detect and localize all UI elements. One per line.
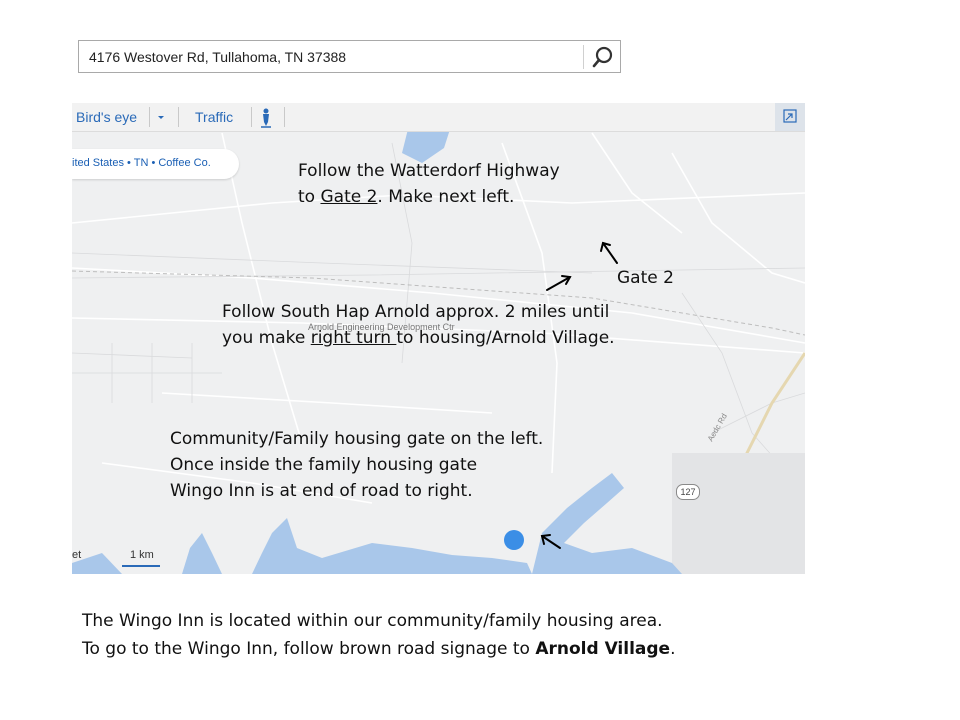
toolbar-divider: [251, 107, 252, 127]
streetside-button[interactable]: [258, 103, 284, 131]
step1-line1: Follow the Watterdorf Highway: [298, 161, 560, 181]
step1-line2: to Gate 2. Make next left.: [298, 187, 515, 207]
step2-annotation: Follow South Hap Arnold approx. 2 miles …: [222, 299, 615, 351]
expand-icon: [783, 109, 797, 123]
step3-line2: Once inside the family housing gate: [170, 455, 478, 475]
step2-line1: Follow South Hap Arnold approx. 2 miles …: [222, 302, 610, 322]
expand-button[interactable]: [775, 103, 805, 131]
map-toolbar: Bird's eye Traffic: [72, 103, 805, 132]
scale-bar: [122, 565, 160, 567]
caption-line1: The Wingo Inn is located within our comm…: [82, 611, 663, 631]
scale-unit-left: et: [72, 549, 82, 561]
search-button[interactable]: [588, 43, 618, 71]
breadcrumb-text: ited States • TN • Coffee Co.: [72, 157, 211, 169]
birds-eye-button[interactable]: Bird's eye: [76, 103, 137, 131]
scale-unit-right: 1 km: [130, 549, 154, 561]
toolbar-divider: [178, 107, 179, 127]
caption-line2: To go to the Wingo Inn, follow brown roa…: [82, 639, 676, 659]
step1-annotation: Follow the Watterdorf Highway to Gate 2.…: [298, 158, 560, 210]
chevron-down-icon: [158, 116, 164, 119]
step3-line1: Community/Family housing gate on the lef…: [170, 429, 544, 449]
gate-label: Gate 2: [617, 268, 674, 288]
caption: The Wingo Inn is located within our comm…: [82, 607, 675, 663]
search-divider: [583, 45, 584, 69]
step3-annotation: Community/Family housing gate on the lef…: [170, 426, 543, 504]
step3-line3: Wingo Inn is at end of road to right.: [170, 481, 473, 501]
location-breadcrumb[interactable]: ited States • TN • Coffee Co.: [72, 149, 239, 179]
search-input[interactable]: 4176 Westover Rd, Tullahoma, TN 37388: [89, 49, 346, 65]
route-shield: 127: [676, 484, 700, 500]
search-icon: [592, 46, 613, 68]
arnold-village-text: Arnold Village: [535, 639, 671, 659]
traffic-button[interactable]: Traffic: [195, 103, 233, 131]
birds-eye-dropdown[interactable]: [156, 103, 178, 131]
gate-link: Gate 2: [320, 187, 378, 207]
right-turn-text: right turn: [310, 328, 397, 348]
toolbar-divider: [284, 107, 285, 127]
person-icon: [261, 108, 271, 128]
search-box[interactable]: 4176 Westover Rd, Tullahoma, TN 37388: [78, 40, 621, 73]
toolbar-divider: [149, 107, 150, 127]
step2-line2: you make right turn to housing/Arnold Vi…: [222, 328, 615, 348]
